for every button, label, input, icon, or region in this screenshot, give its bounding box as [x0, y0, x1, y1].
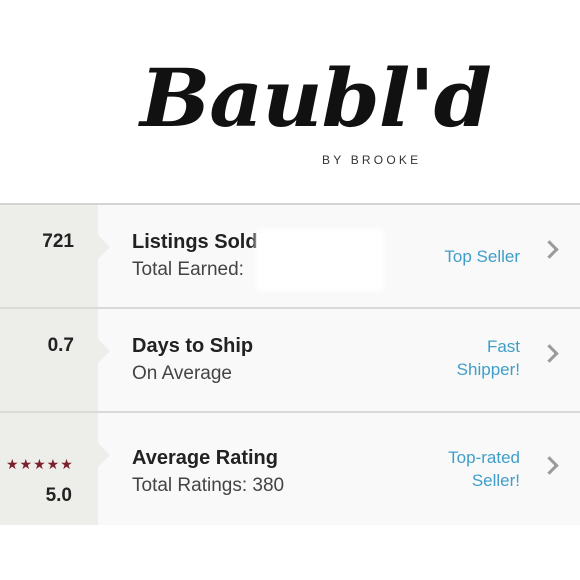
stat-value-cell: ★★★★★ 5.0: [0, 413, 110, 525]
logo-wordmark: Baubl'd: [140, 51, 492, 145]
stat-badge: Top Seller: [444, 245, 520, 268]
stat-row-days-to-ship[interactable]: 0.7 Days to Ship On Average Fast Shipper…: [0, 309, 580, 413]
average-rating-value: 5.0: [45, 485, 72, 506]
stat-badge: Top-rated Seller!: [448, 446, 520, 492]
redacted-earnings-mask: [256, 229, 384, 291]
stat-row-average-rating[interactable]: ★★★★★ 5.0 Average Rating Total Ratings: …: [0, 413, 580, 525]
stat-subtitle: Total Ratings: 380: [132, 475, 285, 496]
badge-line: Top-rated: [448, 448, 520, 467]
seller-stats-list: 721 Listings Sold Total Earned: Top Sell…: [0, 203, 580, 525]
chevron-right-icon[interactable]: [540, 344, 559, 363]
logo-tagline: BY BROOKE: [322, 153, 422, 167]
badge-line: Top Seller: [444, 247, 520, 266]
stat-title: Average Rating: [132, 447, 278, 469]
brand-logo: Baubl'd BY BROOKE: [0, 0, 580, 203]
days-to-ship-value: 0.7: [47, 335, 74, 356]
stat-subtitle: On Average: [132, 363, 233, 384]
badge-line: Shipper!: [456, 360, 520, 379]
badge-line: Fast: [486, 337, 520, 356]
badge-line: Seller!: [471, 471, 520, 490]
chevron-right-icon[interactable]: [540, 240, 559, 259]
chevron-right-icon[interactable]: [540, 456, 559, 475]
listings-sold-count: 721: [42, 231, 74, 252]
stat-value-cell: 721: [0, 205, 110, 307]
stat-title: Days to Ship: [132, 335, 254, 357]
stat-value-cell: 0.7: [0, 309, 110, 411]
stat-subtitle: Total Earned:: [132, 259, 244, 280]
stat-title: Listings Sold: [132, 231, 258, 253]
stat-badge: Fast Shipper!: [457, 335, 520, 381]
stat-row-listings-sold[interactable]: 721 Listings Sold Total Earned: Top Sell…: [0, 205, 580, 309]
star-icon: ★★★★★: [6, 456, 74, 472]
